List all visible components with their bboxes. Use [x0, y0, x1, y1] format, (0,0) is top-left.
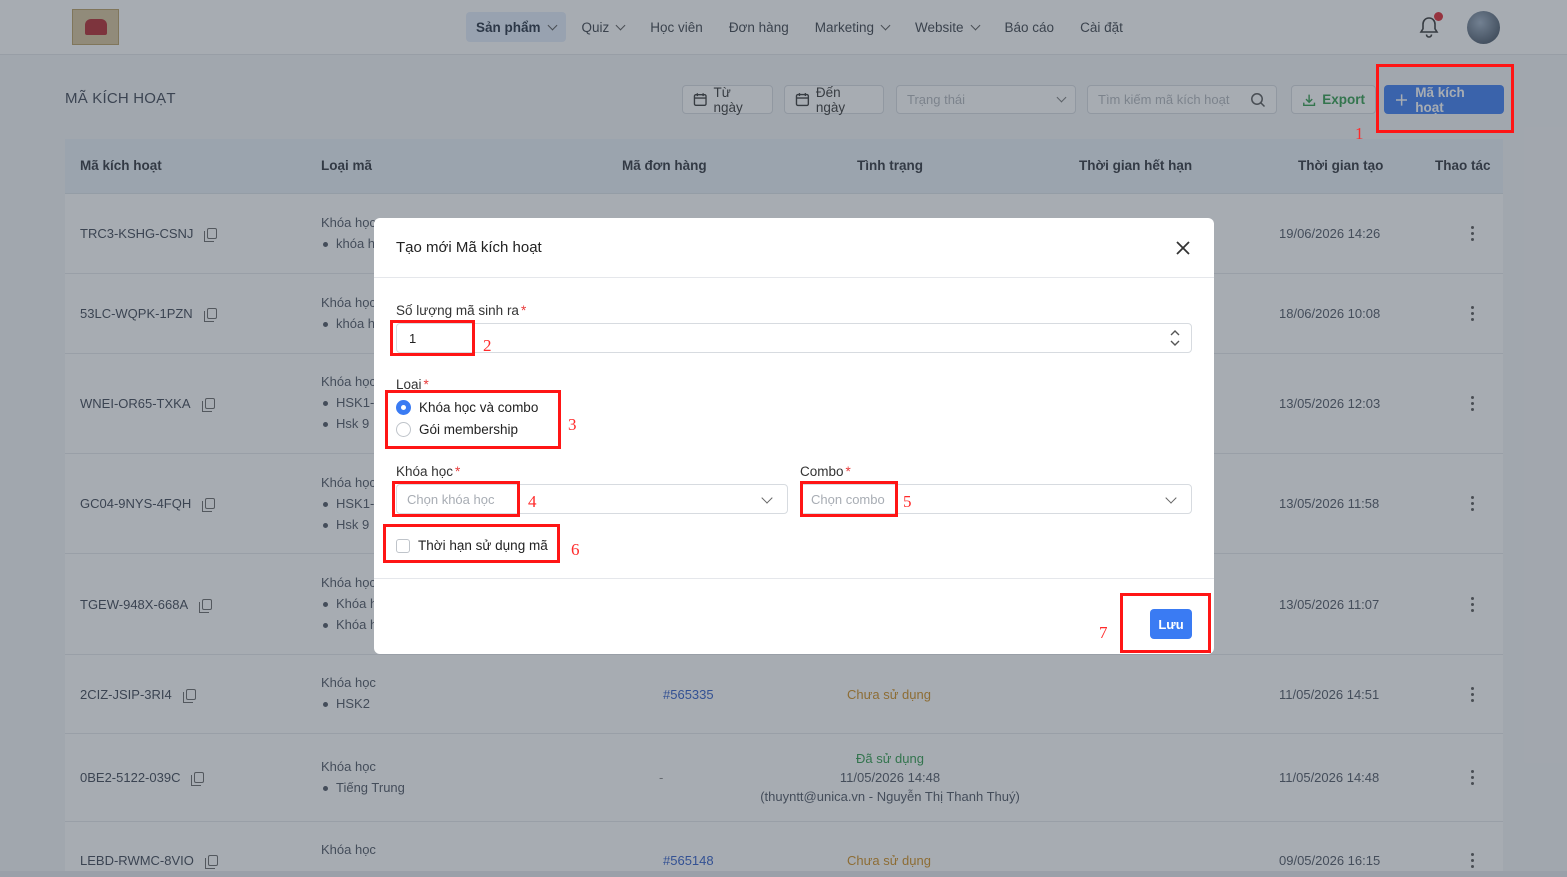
modal-footer-divider	[374, 578, 1214, 579]
radio-unselected-icon[interactable]	[396, 422, 411, 437]
course-label-text: Khóa học	[396, 464, 454, 479]
annotation-number: 6	[571, 540, 580, 559]
modal-header: Tạo mới Mã kích hoạt	[374, 218, 1214, 278]
checkbox-icon[interactable]	[396, 538, 410, 553]
required-mark: *	[423, 377, 429, 392]
required-mark: *	[520, 303, 527, 318]
type-label: Loại *	[396, 377, 429, 392]
annotation-number: 2	[483, 336, 492, 355]
quantity-label-text: Số lượng mã sinh ra	[396, 303, 519, 318]
chevron-down-icon	[761, 492, 773, 504]
radio-label: Gói membership	[419, 422, 519, 437]
required-mark: *	[455, 464, 461, 479]
annotation-number: 4	[528, 492, 537, 511]
expiry-checkbox[interactable]: Thời hạn sử dụng mã	[396, 538, 548, 553]
annotation-number: 7	[1099, 623, 1108, 642]
quantity-stepper[interactable]: 1	[396, 323, 1192, 353]
combo-select[interactable]: Chọn combo	[800, 484, 1192, 514]
radio-membership[interactable]: Gói membership	[396, 422, 518, 437]
combo-label-text: Combo	[800, 464, 844, 479]
close-icon[interactable]	[1174, 239, 1192, 257]
combo-label: Combo *	[800, 464, 851, 479]
course-placeholder: Chọn khóa học	[407, 491, 495, 507]
stepper-arrows-icon[interactable]	[1169, 328, 1181, 348]
annotation-number: 5	[903, 492, 912, 511]
create-activation-code-modal: Tạo mới Mã kích hoạt Số lượng mã sinh ra…	[374, 218, 1214, 654]
radio-label: Khóa học và combo	[419, 400, 539, 415]
chevron-down-icon	[1165, 492, 1177, 504]
quantity-value: 1	[409, 330, 417, 346]
required-mark: *	[845, 464, 851, 479]
radio-course-and-combo[interactable]: Khóa học và combo	[396, 400, 538, 415]
annotation-number: 1	[1355, 124, 1364, 143]
course-select[interactable]: Chọn khóa học	[396, 484, 788, 514]
course-label: Khóa học *	[396, 464, 460, 479]
radio-selected-icon[interactable]	[396, 400, 411, 415]
save-button[interactable]: Lưu	[1150, 609, 1192, 639]
quantity-label: Số lượng mã sinh ra *	[396, 303, 526, 318]
combo-placeholder: Chọn combo	[811, 491, 885, 507]
checkbox-label: Thời hạn sử dụng mã	[418, 538, 548, 553]
type-label-text: Loại	[396, 377, 422, 392]
modal-title: Tạo mới Mã kích hoạt	[396, 239, 542, 256]
annotation-number: 3	[568, 415, 577, 434]
